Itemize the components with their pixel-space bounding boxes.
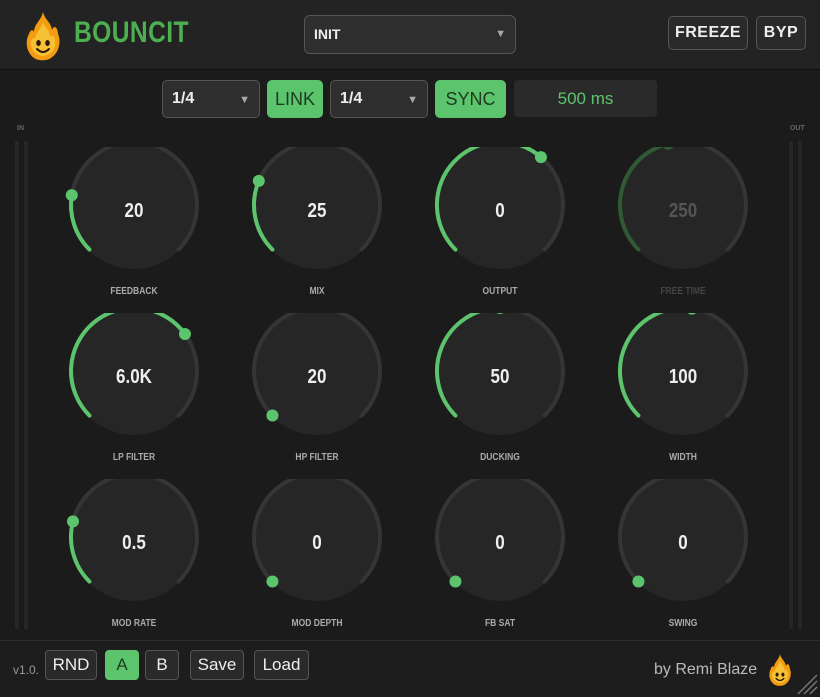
knob-indicator-dot: [449, 575, 462, 588]
caret-down-icon: ▼: [495, 28, 506, 40]
knob-value: 250: [668, 200, 698, 222]
knob-indicator-dot: [266, 575, 279, 588]
knob-value: 0.5: [122, 532, 146, 554]
knob-mod-depth[interactable]: 0 MOD DEPTH: [242, 479, 392, 639]
save-button[interactable]: Save: [190, 650, 244, 680]
knob-value: 0: [678, 532, 688, 554]
knob-width[interactable]: 100 WIDTH: [608, 313, 758, 473]
right-division-select[interactable]: 1/4 ▼: [330, 80, 428, 118]
knob-ducking[interactable]: 50 DUCKING: [425, 313, 575, 473]
brand-title: BOUNCIT: [74, 16, 189, 49]
delay-time-display: 500 ms: [514, 80, 657, 117]
knob-label: FB SAT: [484, 618, 516, 629]
author-credit: by Remi Blaze: [654, 661, 758, 678]
knob-label: FREE TIME: [660, 286, 706, 297]
left-division-value: 1/4: [172, 90, 195, 107]
knob-fb-sat[interactable]: 0 FB SAT: [425, 479, 575, 639]
freeze-button[interactable]: FREEZE: [668, 16, 748, 50]
knob-output[interactable]: 0 OUTPUT: [425, 147, 575, 307]
caret-down-icon: ▼: [239, 94, 250, 106]
knob-value: 20: [124, 200, 144, 222]
knob-hp-filter[interactable]: 20 HP FILTER: [242, 313, 392, 473]
knob-indicator-dot: [178, 327, 191, 340]
knob-value: 50: [490, 366, 510, 388]
load-button[interactable]: Load: [254, 650, 309, 680]
footer-bar: v1.0. RND A B Save Load by Remi Blaze: [0, 640, 820, 697]
knob-value: 0: [495, 532, 505, 554]
knob-free-time[interactable]: 250 FREE TIME: [608, 147, 758, 307]
knob-indicator-dot: [266, 409, 279, 422]
output-meter-label: OUT: [790, 125, 805, 132]
header-bar: BOUNCIT INIT ▼ FREEZE BYP: [0, 0, 820, 70]
flame-mascot-icon: [769, 654, 791, 686]
input-meter-left: [14, 140, 20, 630]
knob-feedback[interactable]: 20 FEEDBACK: [59, 147, 209, 307]
knob-label: LP FILTER: [112, 452, 156, 463]
resize-grip-icon[interactable]: [792, 669, 818, 695]
sync-button[interactable]: SYNC: [435, 80, 506, 118]
knob-label: MOD RATE: [111, 618, 157, 629]
right-division-value: 1/4: [340, 90, 363, 107]
output-meter-right: [797, 140, 803, 630]
input-meter-label: IN: [17, 125, 24, 132]
knob-label: FEEDBACK: [110, 286, 158, 297]
preset-name: INIT: [314, 26, 341, 42]
randomize-button[interactable]: RND: [45, 650, 97, 680]
left-division-select[interactable]: 1/4 ▼: [162, 80, 260, 118]
preset-b-button[interactable]: B: [145, 650, 179, 680]
knob-indicator-dot: [534, 151, 547, 164]
knob-mix[interactable]: 25 MIX: [242, 147, 392, 307]
knob-label: SWING: [668, 618, 698, 629]
knob-label: OUTPUT: [482, 286, 518, 297]
knob-value: 0: [312, 532, 322, 554]
knob-label: MOD DEPTH: [291, 618, 343, 629]
link-button[interactable]: LINK: [267, 80, 323, 118]
preset-dropdown[interactable]: INIT ▼: [304, 15, 516, 54]
knob-label: WIDTH: [669, 452, 697, 463]
knob-value: 6.0K: [116, 366, 152, 388]
knob-label: DUCKING: [480, 452, 520, 463]
output-meter-left: [788, 140, 794, 630]
bypass-button[interactable]: BYP: [756, 16, 806, 50]
input-meter-right: [23, 140, 29, 630]
knob-label: MIX: [309, 286, 325, 297]
knob-indicator-dot: [632, 575, 645, 588]
knob-indicator-dot: [252, 174, 265, 187]
preset-a-button[interactable]: A: [105, 650, 139, 680]
knob-value: 0: [495, 200, 505, 222]
knob-value: 20: [307, 366, 327, 388]
knob-value: 100: [668, 366, 698, 388]
caret-down-icon: ▼: [407, 94, 418, 106]
knob-label: HP FILTER: [295, 452, 339, 463]
knob-mod-rate[interactable]: 0.5 MOD RATE: [59, 479, 209, 639]
knob-lp-filter[interactable]: 6.0K LP FILTER: [59, 313, 209, 473]
version-label: v1.0.: [13, 663, 40, 677]
knob-indicator-dot: [66, 515, 79, 528]
knob-value: 25: [307, 200, 327, 222]
knob-swing[interactable]: 0 SWING: [608, 479, 758, 639]
flame-logo-icon: [26, 12, 60, 61]
